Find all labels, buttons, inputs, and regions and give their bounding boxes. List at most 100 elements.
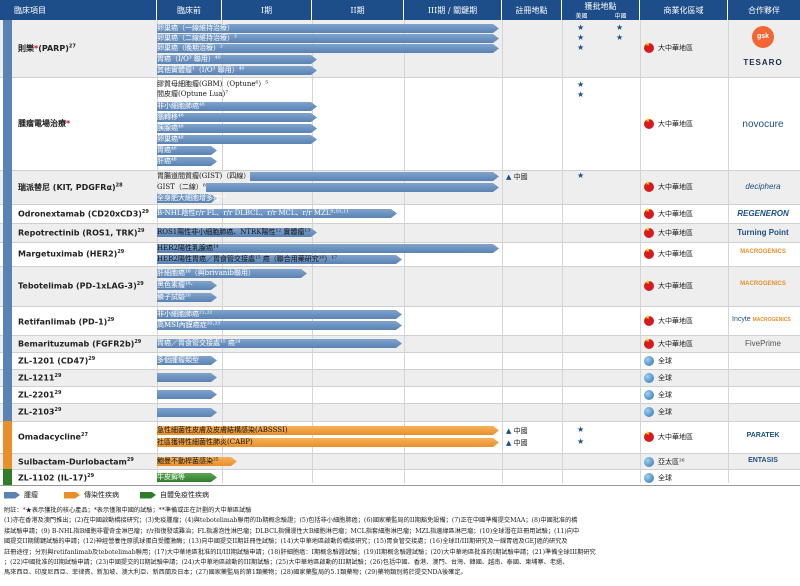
china-flag-icon <box>644 279 654 291</box>
indication-label: HER2陽性胃癌／胃食管交接處¹⁵ 癌（聯合用藥研究¹⁶）¹⁷ <box>157 255 337 263</box>
separator <box>0 77 800 78</box>
indication-label: 卵巢癌（二線維持治療）³ <box>157 34 237 42</box>
drug-name-zl1102: ZL-1102 (IL-17)29 <box>18 473 95 483</box>
drug-name-sulbactam: Sulbactam-Durlobactam29 <box>18 457 134 467</box>
china-flag-icon <box>644 314 654 326</box>
separator <box>0 306 800 307</box>
approval-star-icon: ★ <box>577 90 585 99</box>
partner-logo-macrogenics: MACROGENICS <box>740 249 786 255</box>
commercial-region: 大中華地區 <box>644 41 693 53</box>
bar <box>157 408 217 417</box>
triangle-icon: ▲ <box>506 439 512 447</box>
footnote-line: (1)亦在香港及澳門推出；(2)在中國啟動橋接研究；(3)免疫腫瘤；(4)與te… <box>4 517 578 525</box>
header-phase2: II期 <box>312 0 404 20</box>
legend-swatch <box>4 491 20 499</box>
partner-logo-gsk: gsk <box>728 26 798 48</box>
drug-name-zl2103: ZL-210329 <box>18 407 62 417</box>
china-flag-icon <box>644 207 654 219</box>
partner-logo-fiveprime: FivePrime <box>744 339 781 348</box>
triangle-icon: ▲ <box>506 173 512 181</box>
partner-logo-regeneron: REGENERON <box>737 209 789 218</box>
header-phase1: I期 <box>222 0 312 20</box>
partner-logo-novocure: novocure <box>742 119 784 130</box>
header-region-label: 商業化區域 <box>663 5 704 15</box>
legend-oncology: 腫瘤 <box>4 490 38 500</box>
indication-label: 膠質母細胞瘤(GBM)（Optune⁶）⁵ <box>157 80 269 88</box>
drug-name-zejula: 則樂*(PARP)27 <box>18 43 76 53</box>
china-flag-icon <box>644 180 654 192</box>
footnote-line: ；(22)中國批准的II期試驗申請；(23)中國提交的II期試驗申請；(24)大… <box>4 559 569 567</box>
separator <box>0 421 800 422</box>
oncology-stripe <box>3 20 12 421</box>
indication-label: 胰腺癌⁴⁸ <box>157 124 184 132</box>
row-bg-zl2103 <box>0 403 800 421</box>
approval-star-icon: ★ <box>577 171 585 180</box>
row-bg-zl1201 <box>0 352 800 369</box>
indication-label: 鮑曼不動桿菌感染²⁵ <box>157 457 219 465</box>
commercial-region: 大中華地區 <box>644 207 693 219</box>
indication-label: 胃腸道間質瘤(GIST)（四線） <box>157 172 251 181</box>
separator <box>0 386 800 387</box>
indication-label: 急性細菌性皮膚及皮膚結構感染(ABSSSI) <box>157 426 288 434</box>
legend-autoimmune: 自體免疫性疾病 <box>140 490 209 500</box>
commercial-region: 大中華地區 <box>644 226 693 238</box>
footnote-title-line: 附註：*★表示獲批的核心產品；*表示僅限中國的試驗；**準備或正在計劃的大中華區… <box>4 507 252 514</box>
approval-star-icon: ★ <box>577 437 585 446</box>
row-bg-zl2201 <box>0 386 800 403</box>
partner-logo-tesaro: TESARO <box>743 58 783 67</box>
globe-icon <box>644 473 654 483</box>
china-flag-icon <box>644 117 654 129</box>
commercial-region: 全球 <box>644 390 672 400</box>
footnote-line: 註冊途徑；分別與retifanlimab及tebotelimab聯用；(17)大… <box>4 548 596 556</box>
registration-marker: ▲ 中國 <box>506 173 528 181</box>
commercial-region: 大中華地區 <box>644 430 693 442</box>
drug-name-zl1211: ZL-121129 <box>18 373 62 383</box>
footnote-line: 國提交II期關鍵試驗的申請；(12)神經營養性原肌球蛋白受體激酶；(13)向中國… <box>4 538 568 546</box>
indication-label: 牛皮癬等 <box>157 473 185 481</box>
column-divider <box>562 20 563 483</box>
triangle-icon: ▲ <box>506 427 512 435</box>
drug-name-ripretinib: 瑞派替尼 (KIT, PDGFRα)28 <box>18 182 123 192</box>
row-bg-zl1102 <box>0 469 800 485</box>
china-flag-icon <box>644 247 654 259</box>
commercial-region: 大中華地區 <box>644 117 693 129</box>
legend-swatch <box>64 491 80 499</box>
indication-label: 卵巢癌⁴⁸ <box>157 135 184 143</box>
globe-icon <box>644 390 654 400</box>
header-registration: 註冊地點 <box>502 0 562 20</box>
china-flag-icon <box>644 226 654 238</box>
approval-star-icon: ★ <box>577 23 585 32</box>
commercial-region: 亞太區²⁶ <box>644 457 685 467</box>
partner-logo-macrogenics: MACROGENICS <box>740 281 786 287</box>
indication-label: 胃癌（I/O³ 聯用）⁴⁹ <box>157 55 221 63</box>
separator <box>0 453 800 454</box>
header-item-label: 臨床項目 <box>14 5 46 15</box>
globe-icon <box>644 373 654 383</box>
header-approval-us: 美國 <box>562 10 601 20</box>
header-preclinical: 臨床前 <box>157 0 222 20</box>
indication-label: 鱗子試驗²⁰ <box>157 293 191 301</box>
commercial-region: 全球 <box>644 373 672 383</box>
separator <box>0 403 800 404</box>
autoimmune-stripe <box>3 469 12 485</box>
indication-label: 腦轉移⁴⁸ <box>157 113 184 121</box>
separator <box>0 469 800 470</box>
indication-label: 間皮瘤(Optune Lua)⁷ <box>157 90 229 98</box>
legend-infectious: 傳染性疾病 <box>64 490 119 500</box>
partner-logos-retifanlimab: Incyte MACROGENICS <box>732 316 791 323</box>
header-registration-label: 註冊地點 <box>515 5 548 15</box>
separator <box>0 335 800 336</box>
indication-label: 肝癌⁴⁸ <box>157 157 177 165</box>
header-phase3: III期 / 關鍵期 <box>404 0 502 20</box>
approval-star-icon: ★ <box>616 33 624 42</box>
footnote-line: 接試驗申請；(9) B-NHL指B細胞非霍奇金淋巴瘤；r/r指復發或難治；FL指… <box>4 527 580 535</box>
separator <box>0 369 800 370</box>
approval-star-icon: ★ <box>577 33 585 42</box>
commercial-region: 大中華地區 <box>644 180 693 192</box>
china-flag-icon <box>644 41 654 53</box>
indication-label: 非小細胞肺癌⁴⁸ <box>157 102 205 110</box>
separator <box>0 242 800 243</box>
header-approval-cn-label: 中國 <box>614 12 627 20</box>
globe-icon <box>644 457 654 467</box>
header-phase2-label: II期 <box>350 5 365 15</box>
